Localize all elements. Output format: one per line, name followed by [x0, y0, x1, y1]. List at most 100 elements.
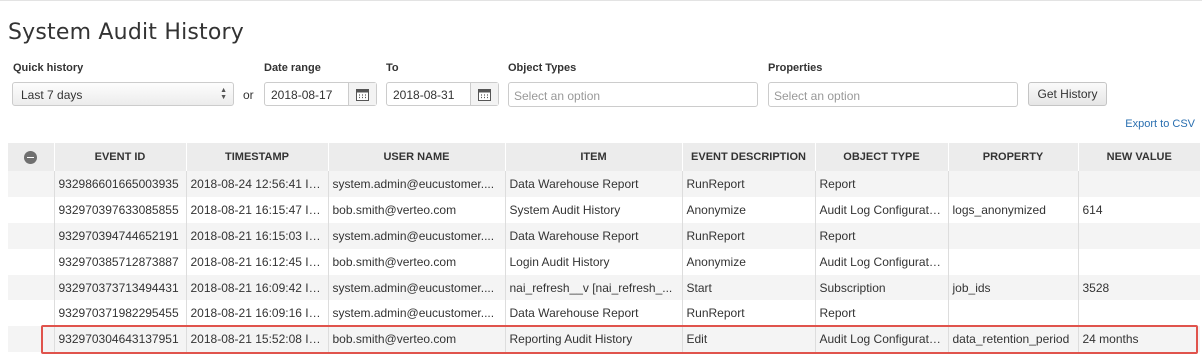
event-id-cell: 932970385712873887: [54, 248, 187, 275]
item-cell: Data Warehouse Report: [505, 300, 683, 327]
table-header-row: EVENT ID TIMESTAMP USER NAME ITEM EVENT …: [8, 143, 1200, 171]
event-id-cell: 932970397633085855: [54, 196, 187, 223]
timestamp-cell: 2018-08-24 12:56:41 IST: [186, 171, 329, 197]
audit-history-table: EVENT ID TIMESTAMP USER NAME ITEM EVENT …: [8, 143, 1200, 353]
event-id-cell: 932986601665003935: [54, 171, 187, 197]
get-history-button[interactable]: Get History: [1028, 82, 1107, 106]
item-cell: Data Warehouse Report: [505, 222, 683, 249]
user-name-cell: system.admin@eucustomer....: [328, 274, 506, 301]
event-id-cell: 932970371982295455: [54, 300, 187, 327]
object-type-cell: Report: [815, 171, 949, 197]
column-header-object-type[interactable]: OBJECT TYPE: [815, 143, 949, 171]
row-select-cell[interactable]: [8, 300, 55, 327]
top-divider: [0, 0, 1202, 1]
table-row[interactable]: 932970394744652191 2018-08-21 16:15:03 I…: [8, 222, 1200, 249]
date-range-end-input[interactable]: 2018-08-31: [386, 82, 499, 106]
user-name-cell: system.admin@eucustomer....: [328, 300, 506, 327]
date-range-start-value: 2018-08-17: [271, 88, 333, 102]
timestamp-cell: 2018-08-21 15:52:08 IST: [186, 326, 329, 353]
date-range-end-value: 2018-08-31: [393, 88, 455, 102]
object-type-cell: Audit Log Configuration: [815, 248, 949, 275]
timestamp-cell: 2018-08-21 16:12:45 IST: [186, 248, 329, 275]
event-id-cell: 932970304643137951: [54, 326, 187, 353]
item-cell: Login Audit History: [505, 248, 683, 275]
updown-arrows-icon: ▲ ▼: [220, 87, 227, 101]
column-header-event-id[interactable]: EVENT ID: [54, 143, 187, 171]
quick-history-label: Quick history: [13, 62, 84, 74]
table-row[interactable]: 932986601665003935 2018-08-24 12:56:41 I…: [8, 171, 1200, 197]
event-description-cell: Start: [682, 274, 816, 301]
column-header-event-description[interactable]: EVENT DESCRIPTION: [682, 143, 816, 171]
item-cell: Reporting Audit History: [505, 326, 683, 353]
item-cell: System Audit History: [505, 196, 683, 223]
object-type-cell: Audit Log Configuration: [815, 196, 949, 223]
new-value-cell: 614: [1078, 196, 1200, 223]
or-text: or: [243, 88, 254, 102]
property-cell: [948, 171, 1079, 197]
new-value-cell: [1078, 300, 1200, 327]
table-row[interactable]: 932970371982295455 2018-08-21 16:09:16 I…: [8, 300, 1200, 327]
user-name-cell: bob.smith@verteo.com: [328, 326, 506, 353]
properties-select[interactable]: Select an option: [768, 82, 1018, 107]
new-value-cell: 24 months: [1078, 326, 1200, 353]
table-row[interactable]: 932970304643137951 2018-08-21 15:52:08 I…: [8, 326, 1200, 353]
calendar-icon[interactable]: [470, 83, 498, 105]
date-range-start-input[interactable]: 2018-08-17: [264, 82, 377, 106]
properties-placeholder: Select an option: [774, 89, 861, 103]
object-types-select[interactable]: Select an option: [508, 82, 758, 107]
quick-history-select[interactable]: Last 7 days ▲ ▼: [12, 82, 234, 106]
property-cell: job_ids: [948, 274, 1079, 301]
timestamp-cell: 2018-08-21 16:09:42 IST: [186, 274, 329, 301]
property-cell: [948, 300, 1079, 327]
properties-label: Properties: [768, 62, 823, 74]
new-value-cell: [1078, 248, 1200, 275]
new-value-cell: [1078, 222, 1200, 249]
event-description-cell: Anonymize: [682, 248, 816, 275]
new-value-cell: [1078, 171, 1200, 197]
user-name-cell: bob.smith@verteo.com: [328, 196, 506, 223]
date-range-label: Date range: [264, 62, 321, 74]
event-description-cell: Edit: [682, 326, 816, 353]
select-all-column[interactable]: [8, 143, 55, 171]
event-id-cell: 932970373713494431: [54, 274, 187, 301]
column-header-timestamp[interactable]: TIMESTAMP: [186, 143, 329, 171]
timestamp-cell: 2018-08-21 16:15:47 IST: [186, 196, 329, 223]
calendar-icon[interactable]: [348, 83, 376, 105]
item-cell: nai_refresh__v [nai_refresh_...: [505, 274, 683, 301]
new-value-cell: 3528: [1078, 274, 1200, 301]
event-description-cell: RunReport: [682, 171, 816, 197]
event-description-cell: RunReport: [682, 300, 816, 327]
to-label: To: [386, 62, 399, 74]
row-select-cell[interactable]: [8, 222, 55, 249]
item-cell: Data Warehouse Report: [505, 171, 683, 197]
column-header-new-value[interactable]: NEW VALUE: [1078, 143, 1200, 171]
page-title: System Audit History: [8, 20, 244, 45]
user-name-cell: bob.smith@verteo.com: [328, 248, 506, 275]
event-id-cell: 932970394744652191: [54, 222, 187, 249]
table-row[interactable]: 932970373713494431 2018-08-21 16:09:42 I…: [8, 274, 1200, 301]
column-header-property[interactable]: PROPERTY: [948, 143, 1079, 171]
timestamp-cell: 2018-08-21 16:15:03 IST: [186, 222, 329, 249]
export-to-csv-link[interactable]: Export to CSV: [1125, 118, 1195, 130]
timestamp-cell: 2018-08-21 16:09:16 IST: [186, 300, 329, 327]
object-type-cell: Report: [815, 222, 949, 249]
row-select-cell[interactable]: [8, 248, 55, 275]
user-name-cell: system.admin@eucustomer....: [328, 171, 506, 197]
quick-history-value: Last 7 days: [21, 88, 83, 102]
property-cell: [948, 222, 1079, 249]
event-description-cell: RunReport: [682, 222, 816, 249]
object-type-cell: Audit Log Configuration: [815, 326, 949, 353]
minus-circle-icon[interactable]: [24, 150, 38, 164]
column-header-user-name[interactable]: USER NAME: [328, 143, 506, 171]
object-type-cell: Report: [815, 300, 949, 327]
user-name-cell: system.admin@eucustomer....: [328, 222, 506, 249]
row-select-cell[interactable]: [8, 274, 55, 301]
table-row[interactable]: 932970385712873887 2018-08-21 16:12:45 I…: [8, 248, 1200, 275]
column-header-item[interactable]: ITEM: [505, 143, 683, 171]
row-select-cell[interactable]: [8, 171, 55, 197]
row-select-cell[interactable]: [8, 196, 55, 223]
event-description-cell: Anonymize: [682, 196, 816, 223]
object-types-label: Object Types: [508, 62, 577, 74]
row-select-cell[interactable]: [8, 326, 55, 353]
table-row[interactable]: 932970397633085855 2018-08-21 16:15:47 I…: [8, 196, 1200, 223]
